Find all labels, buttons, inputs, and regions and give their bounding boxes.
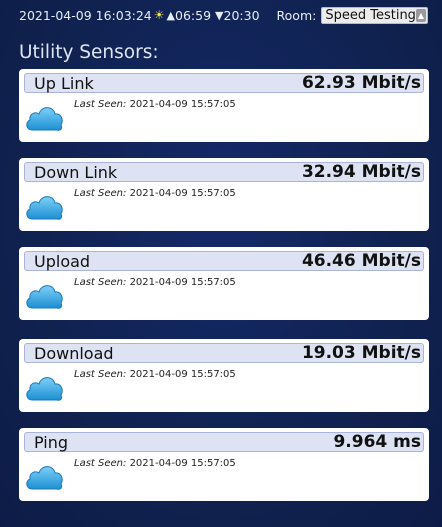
sensor-value: 62.93 Mbit/s [301, 73, 421, 93]
sunset-time: 20:30 [223, 7, 260, 23]
cloud-icon [26, 466, 63, 490]
last-seen-value: 2021-04-09 15:57:05 [129, 458, 236, 469]
last-seen-value: 2021-04-09 15:57:05 [129, 99, 236, 110]
last-seen: Last Seen: 2021-04-09 15:57:05 [74, 277, 236, 288]
sensor-header[interactable]: Up Link 62.93 Mbit/s [24, 73, 424, 93]
last-seen-label: Last Seen: [74, 277, 127, 288]
sensor-card-up-link[interactable]: Up Link 62.93 Mbit/s Last Seen: 2021-04-… [19, 69, 429, 142]
sensor-value: 19.03 Mbit/s [301, 343, 421, 363]
room-label: Room: [276, 7, 317, 23]
last-seen-label: Last Seen: [74, 99, 127, 110]
sensor-header[interactable]: Download 19.03 Mbit/s [24, 343, 424, 363]
sensor-header[interactable]: Down Link 32.94 Mbit/s [24, 162, 424, 182]
last-seen: Last Seen: 2021-04-09 15:57:05 [74, 99, 236, 110]
sensor-value: 9.964 ms [333, 432, 421, 452]
sensor-header[interactable]: Ping 9.964 ms [24, 432, 424, 452]
sunset-arrow-icon: ▼ [215, 8, 224, 22]
last-seen-value: 2021-04-09 15:57:05 [129, 369, 236, 380]
last-seen-label: Last Seen: [74, 188, 127, 199]
sensor-card-upload[interactable]: Upload 46.46 Mbit/s Last Seen: 2021-04-0… [19, 247, 429, 320]
sensor-value: 32.94 Mbit/s [301, 162, 421, 182]
room-select-value: Speed Testing [325, 7, 416, 23]
sensor-card-download[interactable]: Download 19.03 Mbit/s Last Seen: 2021-04… [19, 339, 429, 412]
last-seen: Last Seen: 2021-04-09 15:57:05 [74, 188, 236, 199]
sunrise-arrow-icon: ▲ [166, 8, 175, 22]
sensor-name: Ping [34, 432, 69, 452]
sensor-value: 46.46 Mbit/s [301, 251, 421, 271]
sensor-name: Download [34, 343, 114, 363]
sensor-name: Up Link [34, 73, 94, 93]
sensor-card-ping[interactable]: Ping 9.964 ms Last Seen: 2021-04-09 15:5… [19, 428, 429, 501]
last-seen-label: Last Seen: [74, 458, 127, 469]
last-seen: Last Seen: 2021-04-09 15:57:05 [74, 369, 236, 380]
sensor-name: Down Link [34, 162, 118, 182]
section-title: Utility Sensors: [19, 42, 159, 63]
room-select[interactable]: Speed Testing ▲︎ [321, 6, 428, 24]
last-seen-value: 2021-04-09 15:57:05 [129, 188, 236, 199]
cloud-icon [26, 285, 63, 309]
sensor-card-down-link[interactable]: Down Link 32.94 Mbit/s Last Seen: 2021-0… [19, 158, 429, 231]
cloud-icon [26, 107, 63, 131]
sun-icon: ☀ [153, 8, 165, 22]
last-seen: Last Seen: 2021-04-09 15:57:05 [74, 458, 236, 469]
cloud-icon [26, 196, 63, 220]
cloud-icon [26, 377, 63, 401]
sunrise-time: 06:59 [175, 7, 212, 23]
current-datetime: 2021-04-09 16:03:24 [19, 7, 152, 23]
top-bar: 2021-04-09 16:03:24 ☀ ▲ 06:59 ▼ 20:30 Ro… [19, 5, 428, 25]
last-seen-label: Last Seen: [74, 369, 127, 380]
sensor-name: Upload [34, 251, 91, 271]
chevron-down-icon[interactable]: ▲︎ [416, 8, 426, 22]
last-seen-value: 2021-04-09 15:57:05 [129, 277, 236, 288]
sensor-header[interactable]: Upload 46.46 Mbit/s [24, 251, 424, 271]
